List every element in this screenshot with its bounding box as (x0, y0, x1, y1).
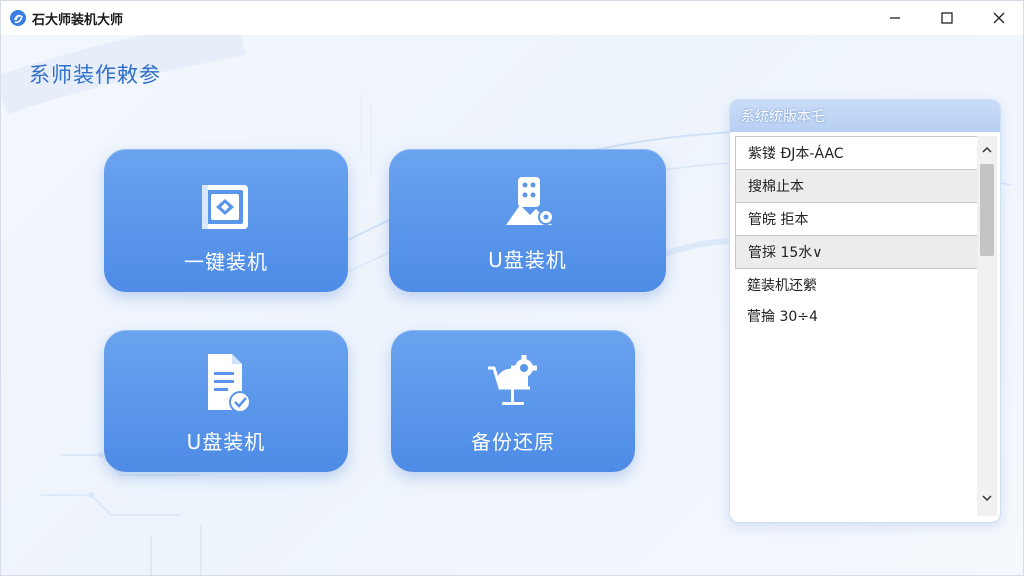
app-window: 石大师装机大师 系师装作敕参 一键装机 U盘装机 U盘装机 备份还原 系统统版本… (0, 0, 1024, 576)
document-check-icon (208, 354, 251, 413)
app-logo-icon (10, 10, 26, 26)
panel-title: 系统统版本乇 (730, 100, 1000, 132)
list-scrollbar[interactable] (977, 136, 997, 516)
list-item[interactable]: 管皖 拒本 (735, 202, 979, 236)
close-icon (993, 12, 1005, 24)
window-controls (869, 1, 1023, 35)
minimize-button[interactable] (869, 1, 921, 35)
minimize-icon (890, 17, 900, 19)
window-title: 石大师装机大师 (32, 12, 124, 28)
maximize-icon (941, 12, 953, 24)
page-title: 系师装作敕参 (29, 63, 161, 87)
scroll-thumb[interactable] (980, 164, 994, 256)
usb-install-button[interactable]: U盘装机 (389, 149, 666, 292)
version-panel: 系统统版本乇 紫镂 ÐJ本-ÁAC 搜棉止本 管皖 拒本 管採 15水∨ 筵装机… (729, 99, 1001, 523)
scroll-down-button[interactable] (977, 488, 997, 508)
list-item[interactable]: 管採 15水∨ (735, 235, 979, 269)
tile-label: U盘装机 (488, 248, 567, 272)
one-click-install-button[interactable]: 一键装机 (104, 149, 348, 292)
usb-install-button-2[interactable]: U盘装机 (104, 330, 348, 472)
maximize-button[interactable] (921, 1, 973, 35)
list-item[interactable]: 菅掄 30÷4 (735, 300, 979, 331)
tile-label: 一键装机 (184, 250, 268, 274)
version-list[interactable]: 紫镂 ÐJ本-ÁAC 搜棉止本 管皖 拒本 管採 15水∨ 筵装机还縈 菅掄 3… (735, 136, 979, 516)
install-disk-icon (202, 185, 248, 229)
chevron-down-icon (982, 495, 992, 502)
scroll-up-button[interactable] (977, 140, 997, 160)
title-bar: 石大师装机大师 (1, 1, 1023, 35)
tile-label: U盘装机 (186, 430, 266, 454)
chevron-up-icon (982, 146, 992, 153)
usb-boot-icon (505, 177, 554, 225)
list-item[interactable]: 紫镂 ÐJ本-ÁAC (735, 136, 979, 170)
list-item[interactable]: 搜棉止本 (735, 169, 979, 203)
close-button[interactable] (973, 1, 1023, 35)
backup-restore-button[interactable]: 备份还原 (391, 330, 635, 472)
tile-label: 备份还原 (471, 430, 555, 454)
backup-restore-icon (488, 355, 537, 405)
list-item[interactable]: 筵装机还縈 (735, 269, 979, 300)
